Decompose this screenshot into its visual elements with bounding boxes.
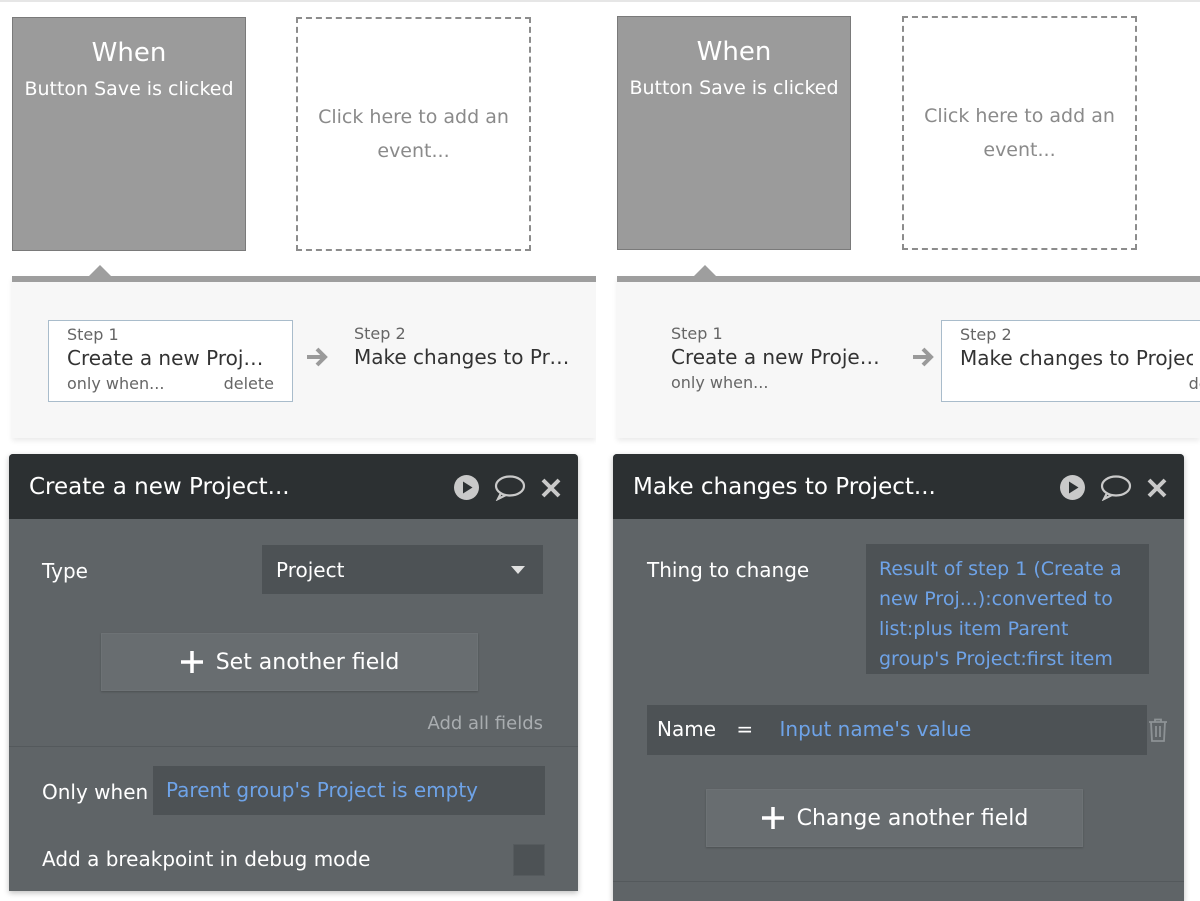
arrow-right-icon	[913, 347, 934, 367]
only-when-condition: Parent group's Project is empty	[166, 778, 479, 802]
step-number: Step 1	[671, 324, 723, 343]
event-card-title: When	[696, 37, 772, 67]
thing-to-change-value: Result of step 1 (Create a new Proj...):…	[879, 558, 1122, 670]
step-condition-link[interactable]: only when...	[671, 373, 768, 392]
section-divider	[9, 746, 578, 747]
close-icon[interactable]	[1146, 477, 1168, 499]
equals-sign: =	[736, 717, 754, 741]
play-icon[interactable]	[1059, 474, 1086, 501]
close-icon[interactable]	[540, 477, 562, 499]
step-delete-link[interactable]: delete	[1189, 374, 1200, 393]
type-dropdown[interactable]: Project	[262, 545, 543, 594]
name-field-row[interactable]: Name = Input name's value	[647, 705, 1147, 755]
thing-to-change-label: Thing to change	[647, 558, 810, 582]
breakpoint-checkbox[interactable]	[513, 844, 545, 876]
step-condition-link[interactable]: only when...	[67, 374, 164, 393]
step-1[interactable]: Step 1 Create a new Project... only when…	[653, 320, 903, 402]
trash-icon[interactable]	[1148, 718, 1168, 742]
add-event-label: Click here to add an event...	[924, 105, 1115, 161]
add-event-label: Click here to add an event...	[318, 106, 509, 162]
panel-header: Create a new Project...	[9, 454, 578, 519]
play-icon[interactable]	[453, 474, 480, 501]
step-number: Step 1	[67, 325, 119, 344]
arrow-right-icon	[307, 347, 328, 367]
action-panel-make-changes: Make changes to Project... Thing to chan…	[613, 454, 1184, 901]
type-label: Type	[42, 559, 88, 583]
workflow-steps-bar: Step 1 Create a new Project... only when…	[617, 265, 1200, 438]
panel-header: Make changes to Project...	[613, 454, 1184, 519]
only-when-condition-input[interactable]: Parent group's Project is empty	[153, 766, 545, 815]
step-number: Step 2	[354, 324, 406, 343]
name-field-label: Name	[657, 717, 717, 741]
plus-icon	[761, 807, 784, 829]
set-another-field-button[interactable]: Set another field	[101, 633, 478, 691]
panel-title: Make changes to Project...	[633, 474, 936, 500]
event-card[interactable]: When Button Save is clicked	[12, 17, 246, 251]
step-number: Step 2	[960, 325, 1012, 344]
step-title: Create a new Project...	[671, 345, 885, 369]
add-event-placeholder[interactable]: Click here to add an event...	[296, 17, 531, 251]
type-value: Project	[276, 558, 345, 582]
event-pointer	[89, 265, 111, 276]
event-card-subtitle: Button Save is clicked	[629, 77, 839, 99]
step-title: Make changes to Project...	[354, 345, 578, 369]
section-divider	[613, 881, 1184, 882]
change-another-field-button[interactable]: Change another field	[706, 789, 1083, 847]
add-event-placeholder[interactable]: Click here to add an event...	[902, 16, 1137, 250]
event-card[interactable]: When Button Save is clicked	[617, 16, 851, 250]
name-field-value: Input name's value	[779, 717, 972, 741]
add-all-fields-link[interactable]: Add all fields	[427, 713, 543, 734]
step-delete-link[interactable]: delete	[224, 374, 274, 393]
step-2[interactable]: Step 2 Make changes to Project... delete	[941, 320, 1200, 402]
step-title: Make changes to Project...	[960, 346, 1193, 370]
panel-title: Create a new Project...	[29, 474, 290, 500]
event-pointer	[694, 265, 716, 276]
chevron-down-icon	[511, 566, 525, 574]
workflow-steps-bar: Step 1 Create a new Project... only when…	[12, 265, 596, 438]
left-screenshot: When Button Save is clicked Click here t…	[0, 0, 596, 901]
step-1[interactable]: Step 1 Create a new Project... only when…	[48, 320, 293, 402]
plus-icon	[180, 651, 203, 673]
right-screenshot: When Button Save is clicked Click here t…	[604, 0, 1200, 901]
action-panel-create: Create a new Project... Type Project Set…	[9, 454, 578, 891]
thing-to-change-input[interactable]: Result of step 1 (Create a new Proj...):…	[866, 544, 1149, 674]
comment-icon[interactable]	[1100, 474, 1132, 501]
comment-icon[interactable]	[494, 474, 526, 501]
step-2[interactable]: Step 2 Make changes to Project...	[336, 320, 596, 402]
breakpoint-label: Add a breakpoint in debug mode	[42, 847, 371, 871]
set-another-field-label: Set another field	[215, 649, 400, 675]
change-another-field-label: Change another field	[796, 805, 1029, 831]
step-title: Create a new Project...	[67, 346, 274, 370]
only-when-label: Only when	[42, 780, 149, 804]
event-card-title: When	[91, 38, 167, 68]
event-card-subtitle: Button Save is clicked	[24, 78, 234, 100]
